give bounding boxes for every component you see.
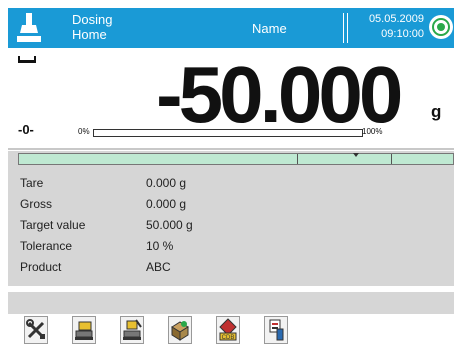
header-divider bbox=[347, 13, 348, 43]
product-button[interactable] bbox=[168, 316, 192, 344]
print-report-icon bbox=[269, 319, 284, 341]
info-value: 50.000 g bbox=[146, 218, 193, 232]
info-panel: Tare 0.000 g Gross 0.000 g Target value … bbox=[8, 151, 454, 286]
info-value: ABC bbox=[146, 260, 171, 274]
info-label: Tare bbox=[20, 176, 44, 190]
header-divider bbox=[343, 13, 344, 43]
info-label: Gross bbox=[20, 197, 53, 211]
date-time: 05.05.2009 09:10:00 bbox=[350, 12, 424, 42]
date-value: 05.05.2009 bbox=[368, 13, 424, 25]
cdb-database-icon: CDB bbox=[219, 318, 237, 341]
info-value: 0.000 g bbox=[146, 176, 187, 190]
bar-min-label: 0% bbox=[78, 127, 90, 136]
weight-readout: -0- -50.000 g 0% 100% bbox=[8, 50, 454, 146]
mode-screen: Home bbox=[72, 27, 107, 42]
app-window: Dosing Home Name 05.05.2009 09:10:00 -0-… bbox=[0, 0, 456, 347]
info-value: 0.000 g bbox=[146, 197, 187, 211]
dosing-mode-icon[interactable] bbox=[12, 11, 46, 45]
time-value: 09:10:00 bbox=[381, 28, 424, 40]
weighing-button[interactable] bbox=[72, 316, 96, 344]
product-database-icon bbox=[171, 321, 189, 341]
zero-indicator: -0- bbox=[18, 122, 34, 137]
tools-button[interactable] bbox=[24, 316, 48, 344]
divider bbox=[8, 148, 454, 150]
weighing-icon bbox=[75, 321, 93, 340]
print-button[interactable] bbox=[264, 316, 288, 344]
info-value: 10 % bbox=[146, 239, 174, 253]
bar-max-label: 100% bbox=[362, 127, 383, 136]
tools-icon bbox=[26, 319, 45, 339]
target-marker-icon bbox=[353, 153, 359, 157]
tolerance-min-line bbox=[297, 154, 298, 164]
status-button[interactable] bbox=[429, 15, 453, 39]
tolerance-max-line bbox=[391, 154, 392, 164]
weight-unit[interactable]: g bbox=[431, 102, 441, 122]
header-bar: Dosing Home Name 05.05.2009 09:10:00 bbox=[8, 8, 454, 48]
tare-edit-icon bbox=[123, 319, 142, 340]
weighing-progress-bar bbox=[93, 129, 363, 137]
tare-button[interactable] bbox=[120, 316, 144, 344]
info-label: Tolerance bbox=[20, 239, 73, 253]
status-strip bbox=[8, 292, 454, 314]
info-label: Product bbox=[20, 260, 62, 274]
mode-name: Dosing bbox=[72, 12, 113, 27]
toolbar: CDB bbox=[8, 314, 454, 347]
mode-label[interactable]: Dosing Home bbox=[72, 12, 112, 42]
user-name[interactable]: Name bbox=[252, 21, 287, 36]
stability-icon bbox=[18, 56, 36, 63]
info-label: Target value bbox=[20, 218, 86, 232]
status-dot-icon bbox=[437, 23, 445, 31]
svg-text:CDB: CDB bbox=[222, 335, 235, 341]
cdb-button[interactable]: CDB bbox=[216, 316, 240, 344]
tolerance-bar bbox=[18, 153, 454, 165]
